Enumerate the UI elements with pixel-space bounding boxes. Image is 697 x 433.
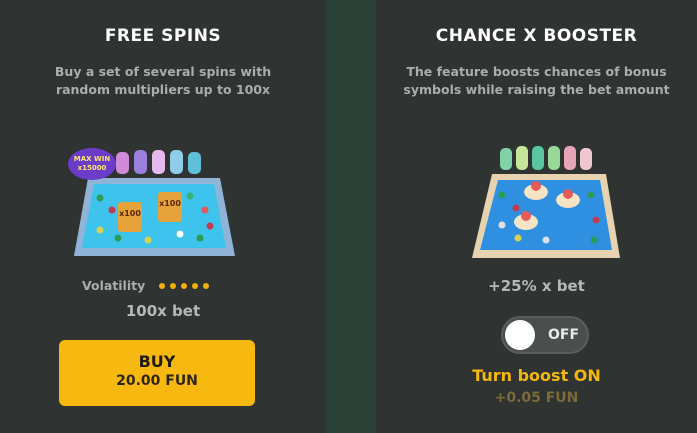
toggle-knob <box>505 320 535 350</box>
volatility-indicator <box>159 282 214 289</box>
volatility-dot <box>203 282 210 289</box>
volatility-dot <box>192 282 199 289</box>
volatility-dot <box>181 282 188 289</box>
boost-label: Turn boost ON <box>472 366 601 385</box>
panel-divider <box>326 0 376 433</box>
chance-booster-bet: +25% x bet <box>488 277 585 295</box>
free-spins-description: Buy a set of several spins with random m… <box>0 63 326 99</box>
board-water <box>82 184 226 248</box>
toggle-state-label: OFF <box>548 327 580 343</box>
volatility-dot <box>159 282 166 289</box>
multiplier-label-right: x100 <box>159 199 181 208</box>
max-win-badge-line-2: x15000 <box>78 164 107 172</box>
chance-booster-description: The feature boosts chances of bonus symb… <box>376 63 697 99</box>
chance-booster-description-line-2: symbols while raising the bet amount <box>403 82 670 97</box>
max-win-badge-line-1: MAX WIN <box>74 155 111 163</box>
pipes <box>116 150 201 174</box>
free-spins-bet: 100x bet <box>125 302 201 320</box>
chance-booster-title: CHANCE X BOOSTER <box>435 26 638 46</box>
boost-toggle[interactable]: OFF <box>501 316 589 354</box>
multiplier-label-left: x100 <box>119 209 141 218</box>
volatility-row: Volatility <box>82 278 214 293</box>
free-spins-description-line-1: Buy a set of several spins with <box>54 64 272 79</box>
buy-button-label: BUY <box>138 352 176 371</box>
free-spins-title: FREE SPINS <box>104 26 222 46</box>
boost-price: +0.05 FUN <box>494 390 579 406</box>
buy-button-price: 20.00 FUN <box>116 373 198 389</box>
pipes <box>500 146 592 170</box>
buy-button[interactable]: BUY 20.00 FUN <box>59 340 255 406</box>
chance-booster-description-line-1: The feature boosts chances of bonus <box>406 64 667 79</box>
chance-booster-illustration <box>472 146 620 258</box>
volatility-dot <box>170 282 177 289</box>
volatility-label: Volatility <box>82 278 146 293</box>
free-spins-description-line-2: random multipliers up to 100x <box>55 82 271 97</box>
free-spins-illustration: x100 x100 MAX WIN x15000 <box>68 148 235 256</box>
